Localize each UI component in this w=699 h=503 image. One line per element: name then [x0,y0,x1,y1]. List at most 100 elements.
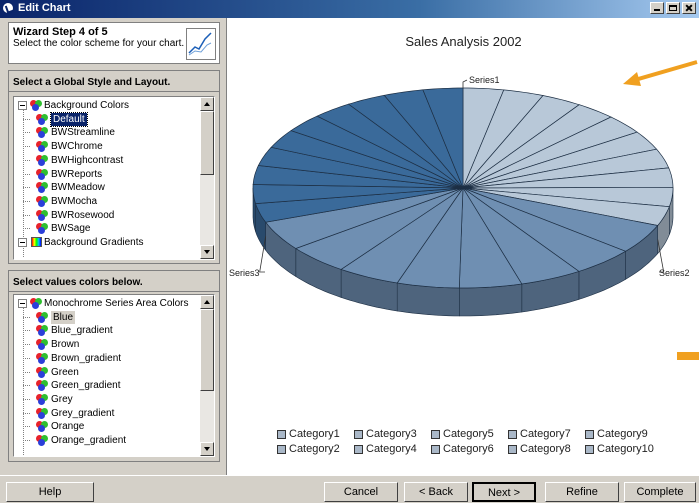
tree-item[interactable]: BWReports [14,168,200,181]
series-label: Series3 [229,268,260,278]
window-title: Edit Chart [18,2,71,14]
next-button[interactable]: Next > [472,482,536,502]
legend-label: Category5 [443,428,494,440]
tree-item[interactable]: Grey_gradient [14,407,200,420]
tree-group[interactable]: Monochrome Series Area Colors [14,297,200,310]
tree-item[interactable]: Blue [14,310,200,324]
tree-item-label: BWRosewood [51,209,115,221]
color-palette-icon [36,209,48,221]
tree-connector [23,385,30,387]
legend-label: Category9 [597,428,648,440]
tree-item[interactable]: BWMeadow [14,181,200,194]
global-style-tree[interactable]: Background Gradients BWSage BWRosewood BWMo… [13,96,215,260]
tree-connector [23,344,30,346]
legend-swatch [277,430,286,439]
scroll-thumb[interactable] [200,309,214,391]
collapse-icon[interactable] [18,299,27,308]
legend-swatch [431,445,440,454]
tree-item[interactable]: BWHighcontrast [14,154,200,167]
refine-button[interactable]: Refine [545,482,619,502]
tree-item[interactable]: Default [14,111,200,127]
tree-group[interactable]: Background Gradients [14,236,200,249]
legend-swatch [277,445,286,454]
next-button-label: Next > [487,487,521,499]
tree-item[interactable]: BWChrome [14,140,200,153]
tree-item[interactable]: Green_gradient [14,379,200,392]
tree-connector [23,146,30,148]
back-button-label: < Back [419,486,453,498]
tree-item-label: BWMocha [51,195,98,207]
legend-swatch [585,430,594,439]
tree-item[interactable]: Orange_gradient [14,434,200,447]
tree-item[interactable]: BWMocha [14,195,200,208]
pie-chart: Series1 Series2 Series3 [229,75,690,317]
color-palette-icon [36,339,48,351]
tree-group[interactable]: Background Colors [14,99,200,112]
color-palette-icon [36,393,48,405]
line-chart-icon [186,28,216,60]
close-button[interactable] [682,2,696,14]
scroll-down-button[interactable] [200,245,214,259]
minimize-button[interactable] [650,2,664,14]
maximize-button[interactable] [666,2,680,14]
color-palette-icon [36,380,48,392]
tree-item[interactable]: Brown [14,338,200,351]
app-icon [2,2,14,14]
pie-tops [252,87,674,289]
tree-item[interactable]: Grey [14,393,200,406]
tree-connector [23,173,30,175]
collapse-icon[interactable] [18,238,27,247]
scroll-up-button[interactable] [200,295,214,309]
tree-group-label: Monochrome Series Area Colors [44,298,189,309]
global-style-box: Select a Global Style and Layout. Backgr… [8,70,220,264]
tree-item[interactable]: BWRosewood [14,209,200,222]
values-colors-tree[interactable]: Orange_gradient Orange Grey_gradient Grey Gr… [13,294,215,457]
edit-chart-window: Edit Chart Wizard Step 4 of 5 Select the… [0,0,699,503]
complete-button-label: Complete [636,486,684,498]
divider [9,91,219,92]
legend-label: Category8 [520,443,571,455]
tree-connector [23,426,30,428]
tree-connector [23,440,30,441]
tree-connector [23,200,30,202]
tree-item-label: BWSage [51,223,91,235]
tree-connector [23,412,30,414]
cancel-button[interactable]: Cancel [324,482,398,502]
scroll-up-button[interactable] [200,97,214,111]
color-palette-icon [36,352,48,364]
tree-item-label: Brown [51,339,80,351]
legend-swatch [431,430,440,439]
tree-item-label: Green [51,366,79,378]
back-button[interactable]: < Back [404,482,468,502]
scroll-thumb[interactable] [200,111,214,175]
bottom-button-bar: Help Cancel < Back Next > Refine Complet… [0,475,699,503]
tree-item-label: BWChrome [51,141,103,153]
chart-title: Sales Analysis 2002 [405,34,522,49]
title-bar[interactable]: Edit Chart [0,0,699,18]
values-colors-box: Select values colors below. Orange_gradi… [8,270,220,462]
tree-item[interactable]: BWSage [14,222,200,235]
style-tree-scrollbar[interactable] [200,97,214,259]
tree-item-label: BWReports [51,168,103,180]
legend-label: Category4 [366,443,417,455]
tree-item[interactable]: Green [14,366,200,379]
values-tree-scrollbar[interactable] [200,295,214,456]
color-palette-icon [36,141,48,153]
collapse-icon[interactable] [18,101,27,110]
legend-label: Category2 [289,443,340,455]
window-controls [650,2,696,14]
tree-item[interactable]: Brown_gradient [14,352,200,365]
tree-item-label: Orange [51,421,85,433]
gradient-icon [31,237,42,247]
help-button[interactable]: Help [6,482,94,502]
scroll-down-button[interactable] [200,442,214,456]
tree-item[interactable]: BWStreamline [14,126,200,139]
color-palette-icon [30,298,42,309]
complete-button[interactable]: Complete [624,482,696,502]
wizard-step-subtitle: Select the color scheme for your chart. [13,38,185,49]
wizard-step-label: Wizard Step 4 of 5 [13,26,108,38]
tree-item[interactable]: Orange [14,420,200,433]
tree-item-label: Brown_gradient [51,352,122,364]
tree-connector [23,398,30,400]
tree-item[interactable]: Blue_gradient [14,324,200,337]
